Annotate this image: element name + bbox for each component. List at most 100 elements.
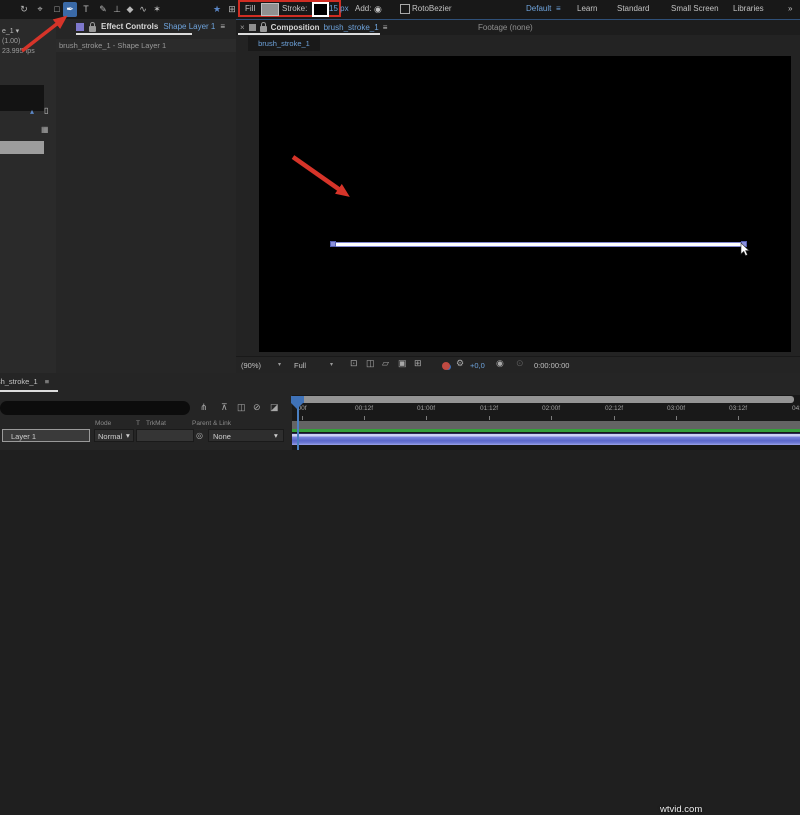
type-tool-icon[interactable]: T bbox=[79, 2, 93, 17]
active-tab-underline bbox=[0, 390, 58, 392]
eraser-tool-icon[interactable]: ◆ bbox=[123, 2, 137, 17]
draft-3d-icon[interactable]: ⊼ bbox=[221, 402, 228, 413]
camera-tool-icon[interactable]: ⌖ bbox=[33, 2, 47, 17]
panel-menu-icon[interactable]: ≡ bbox=[383, 23, 388, 32]
workspace-overflow-icon[interactable]: » bbox=[788, 0, 792, 18]
comp-name-truncated: e_1 ▾ bbox=[2, 28, 20, 35]
workspace-default[interactable]: Default bbox=[526, 0, 551, 18]
path-vertex-left[interactable] bbox=[330, 241, 336, 247]
workspace-small-screen[interactable]: Small Screen bbox=[671, 0, 719, 18]
add-label: Add: bbox=[355, 4, 372, 13]
roto-brush-tool-icon[interactable]: ∿ bbox=[136, 2, 150, 17]
shape-tool-icon[interactable]: □ bbox=[50, 2, 64, 17]
chevron-down-icon[interactable]: ▾ bbox=[274, 429, 278, 442]
ruler-label: 03:00f bbox=[666, 405, 686, 412]
panel-menu-icon[interactable]: ≡ bbox=[220, 22, 225, 31]
workspace-menu-icon[interactable]: ≡ bbox=[556, 0, 561, 18]
exposure-offset[interactable]: +0,0 bbox=[470, 359, 485, 372]
close-icon[interactable]: × bbox=[240, 23, 245, 32]
grid-guides-icon[interactable]: ⊡ bbox=[350, 358, 358, 369]
mask-visibility-icon[interactable]: ▱ bbox=[382, 358, 389, 369]
brush-stroke-shape[interactable] bbox=[333, 242, 745, 247]
column-mode: Mode bbox=[95, 420, 112, 427]
item-icon[interactable]: ▯ bbox=[44, 106, 48, 115]
lock-icon[interactable] bbox=[89, 21, 96, 32]
lock-icon[interactable] bbox=[259, 22, 267, 32]
workspace-libraries[interactable]: Libraries bbox=[733, 0, 764, 18]
star-icon[interactable]: ★ bbox=[210, 2, 224, 17]
chevron-down-icon[interactable]: ▾ bbox=[278, 359, 281, 372]
fast-preview-gear-icon[interactable]: ⚙ bbox=[456, 358, 464, 369]
add-button-icon[interactable]: ◉ bbox=[374, 0, 382, 18]
fill-label: Fill bbox=[245, 4, 256, 13]
viewer-tab[interactable]: brush_stroke_1 bbox=[248, 36, 320, 51]
composition-title: Composition bbox=[270, 22, 320, 32]
layer-duration-bar[interactable] bbox=[292, 433, 800, 445]
effect-controls-tab[interactable]: Effect Controls Shape Layer 1 ≡ bbox=[76, 20, 225, 33]
footage-tab[interactable]: Footage (none) bbox=[478, 23, 533, 32]
stroke-color-swatch[interactable] bbox=[312, 2, 329, 17]
rotobezier-label: RotoBezier bbox=[412, 4, 452, 13]
work-area-bar[interactable] bbox=[292, 421, 800, 429]
clone-stamp-tool-icon[interactable]: ⊥ bbox=[110, 2, 124, 17]
stroke-label: Stroke: bbox=[282, 4, 308, 13]
fill-color-swatch[interactable] bbox=[261, 3, 279, 16]
view-layout-icon[interactable]: ⊞ bbox=[414, 358, 422, 369]
panel-square-icon bbox=[248, 23, 256, 31]
trkmat-select[interactable] bbox=[136, 429, 194, 442]
graph-editor-icon[interactable]: ◪ bbox=[270, 402, 279, 413]
composition-icon[interactable]: ▦ bbox=[41, 125, 49, 134]
stroke-width-value[interactable]: 15 px bbox=[329, 0, 349, 18]
top-toolbar: ↻ ⌖ □ ✒ T ✎ ⊥ ◆ ∿ ✶ ★ ⊞ Fill Stroke: 15 … bbox=[0, 0, 800, 20]
ruler-label: 00:12f bbox=[354, 405, 374, 412]
workspace-standard[interactable]: Standard bbox=[617, 0, 649, 18]
time-ruler[interactable]: 00f 00:12f 01:00f 01:12f 02:00f 02:12f 0… bbox=[292, 403, 800, 421]
timeline-scrollbar[interactable] bbox=[293, 396, 794, 403]
magnification-select[interactable]: (90%) bbox=[241, 359, 261, 372]
sort-icon[interactable]: ▴ bbox=[30, 107, 34, 116]
ruler-label: 02:00f bbox=[541, 405, 561, 412]
composition-tab[interactable]: × Composition brush_stroke_1 ≡ bbox=[240, 20, 387, 34]
snapshot-camera-icon[interactable]: ◉ bbox=[496, 358, 504, 369]
rotobezier-checkbox[interactable] bbox=[400, 4, 410, 14]
chevron-down-icon[interactable]: ▾ bbox=[330, 359, 333, 372]
puppet-tool-icon[interactable]: ✶ bbox=[150, 2, 164, 17]
chevron-down-icon[interactable]: ▾ bbox=[126, 429, 130, 442]
timeline-tab-label: brush_stroke_1 bbox=[0, 377, 38, 386]
project-selected-row[interactable] bbox=[0, 141, 44, 154]
timeline-tab[interactable]: brush_stroke_1 ≡ bbox=[0, 377, 49, 386]
ruler-label: 02:12f bbox=[604, 405, 624, 412]
composition-panel: × Composition brush_stroke_1 ≡ Footage (… bbox=[236, 19, 800, 374]
comp-scale: (1.00) bbox=[2, 38, 21, 45]
comp-flowchart-icon[interactable]: ⋔ bbox=[200, 402, 208, 413]
column-trkmat: TrkMat bbox=[146, 420, 166, 427]
frame-blend-icon[interactable]: ◫ bbox=[237, 402, 246, 413]
resolution-select[interactable]: Full bbox=[294, 359, 306, 372]
panel-menu-icon[interactable]: ≡ bbox=[45, 377, 49, 386]
ruler-label: 04:00f bbox=[791, 405, 800, 412]
rotate-tool-icon[interactable]: ↻ bbox=[17, 2, 31, 17]
composition-toolbar: (90%) ▾ Full ▾ ⊡ ◫ ▱ ▣ ⊞ ⚙ +0,0 ◉ ⊙ 0:00… bbox=[236, 356, 800, 374]
effect-controls-subtitle: brush_stroke_1 - Shape Layer 1 bbox=[56, 39, 236, 52]
channels-icon[interactable] bbox=[442, 362, 450, 370]
effect-controls-target[interactable]: Shape Layer 1 bbox=[163, 22, 215, 31]
pickwhip-icon[interactable]: ◎ bbox=[196, 429, 203, 442]
playhead-handle[interactable] bbox=[291, 396, 304, 409]
current-timecode[interactable]: 0:00:00:00 bbox=[534, 359, 569, 372]
timeline-timecode-field[interactable] bbox=[0, 401, 190, 415]
transparency-grid-icon[interactable]: ◫ bbox=[366, 358, 375, 369]
composition-viewer[interactable] bbox=[259, 56, 791, 352]
show-snapshot-icon: ⊙ bbox=[516, 358, 524, 368]
composition-name[interactable]: brush_stroke_1 bbox=[324, 23, 379, 32]
timeline-track-area: 00f 00:12f 01:00f 01:12f 02:00f 02:12f 0… bbox=[292, 395, 800, 450]
motion-blur-icon[interactable]: ⊘ bbox=[253, 402, 261, 413]
panel-grid-icon[interactable]: ⊞ bbox=[225, 2, 239, 17]
pen-tool-icon[interactable]: ✒ bbox=[63, 2, 77, 17]
brush-tool-icon[interactable]: ✎ bbox=[96, 2, 110, 17]
parent-link-select[interactable]: None bbox=[208, 429, 284, 442]
region-of-interest-icon[interactable]: ▣ bbox=[398, 358, 407, 369]
workspace-learn[interactable]: Learn bbox=[577, 0, 597, 18]
ruler-label: 01:00f bbox=[416, 405, 436, 412]
project-thumbnail bbox=[0, 85, 44, 111]
layer-name-cell[interactable]: Layer 1 bbox=[2, 429, 90, 442]
